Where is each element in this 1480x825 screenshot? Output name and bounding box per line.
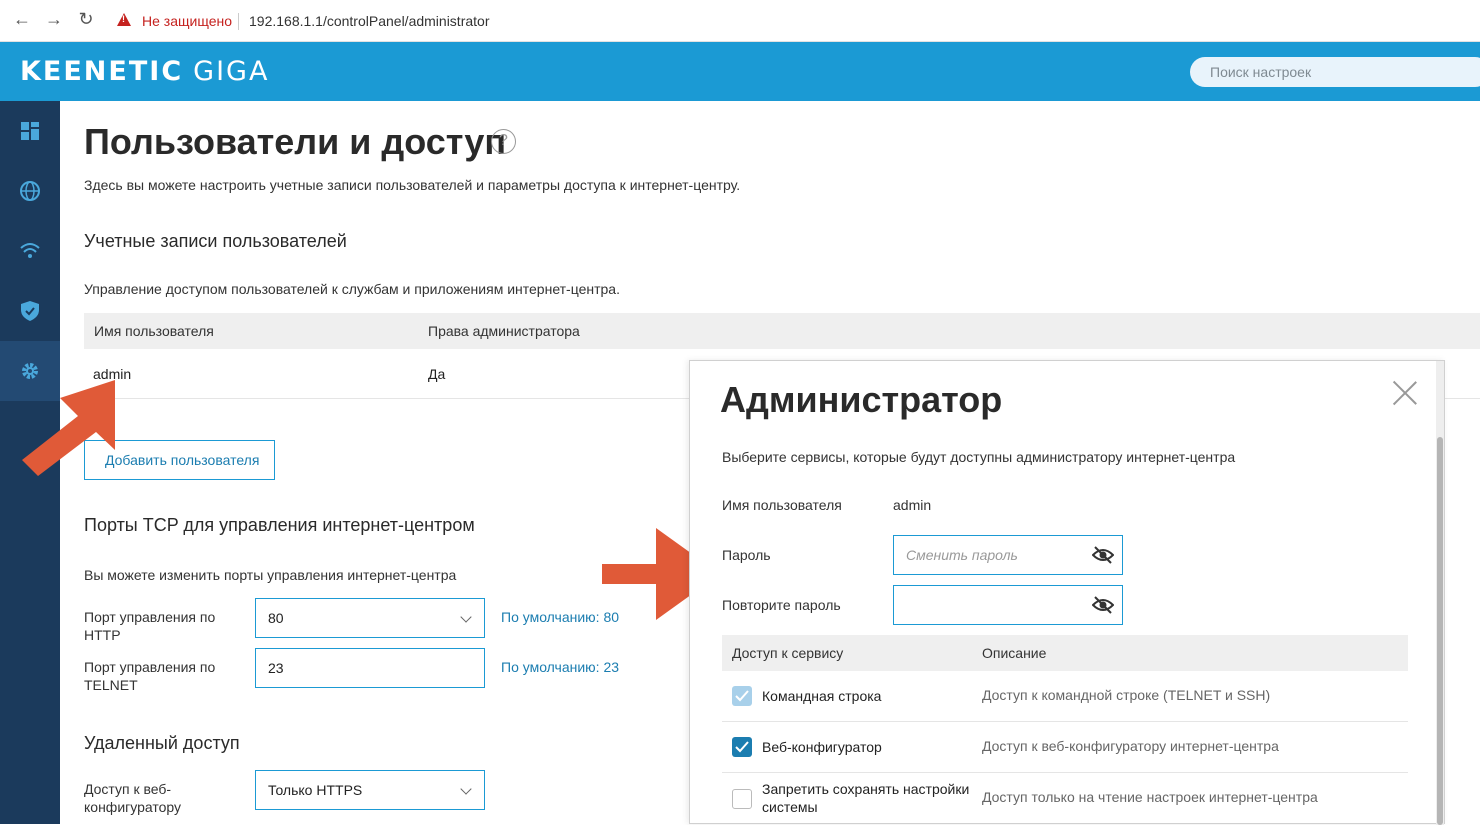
password-input[interactable] — [894, 536, 1084, 574]
insecure-label[interactable]: Не защищено — [142, 13, 232, 29]
service-name: Командная строка — [762, 688, 882, 704]
list-item: Командная строка Доступ к командной стро… — [722, 671, 1408, 722]
chevron-down-icon — [460, 783, 472, 795]
browser-bar: ← → ↻ Не защищено 192.168.1.1/controlPan… — [0, 0, 1480, 42]
telnet-port-label: Порт управления по TELNET — [84, 659, 216, 693]
column-header-admin-rights: Права администратора — [428, 323, 580, 339]
column-header-username: Имя пользователя — [94, 323, 214, 339]
modal-scrollbar[interactable] — [1436, 361, 1444, 825]
users-table-header: Имя пользователя Права администратора — [84, 313, 1480, 349]
modal-title: Администратор — [720, 379, 1003, 420]
services-table-header: Доступ к сервису Описание — [722, 635, 1408, 671]
ports-section-title: Порты TCP для управления интернет-центро… — [84, 515, 475, 535]
eye-off-icon[interactable] — [1092, 595, 1114, 615]
repeat-password-label: Повторите пароль — [722, 597, 841, 613]
app-header: KEENETIC GIGA — [0, 42, 1480, 101]
service-description: Доступ к командной строке (TELNET и SSH) — [982, 687, 1271, 703]
scrollbar-thumb[interactable] — [1437, 437, 1443, 825]
search-input[interactable] — [1190, 57, 1480, 87]
telnet-port-field[interactable]: 23 — [255, 648, 485, 688]
http-port-value: 80 — [268, 610, 284, 626]
globe-icon — [20, 181, 40, 201]
brand-logo[interactable]: KEENETIC GIGA — [20, 56, 269, 87]
cell-admin-rights: Да — [428, 366, 446, 382]
web-configurator-checkbox[interactable] — [732, 737, 752, 757]
web-access-select[interactable]: Только HTTPS — [255, 770, 485, 810]
web-access-label: Доступ к веб-конфигуратору — [84, 781, 182, 815]
reload-icon[interactable]: ↻ — [74, 9, 98, 30]
modal-description: Выберите сервисы, которые будут доступны… — [722, 449, 1236, 465]
users-section-title: Учетные записи пользователей — [84, 231, 347, 251]
wifi-icon — [20, 243, 40, 258]
url-separator — [238, 13, 239, 30]
repeat-password-input[interactable] — [894, 586, 1084, 624]
forward-arrow-icon[interactable]: → — [42, 9, 66, 30]
password-field[interactable] — [893, 535, 1123, 575]
users-section-description: Управление доступом пользователей к служ… — [84, 281, 620, 297]
help-icon[interactable]: ? — [491, 129, 516, 154]
back-arrow-icon[interactable]: ← — [10, 9, 34, 30]
eye-off-icon[interactable] — [1092, 545, 1114, 565]
check-icon — [735, 690, 749, 702]
password-label: Пароль — [722, 547, 771, 563]
modal-username-label: Имя пользователя — [722, 497, 842, 513]
list-item: Запретить сохранять настройки системы До… — [722, 773, 1408, 825]
cli-checkbox[interactable] — [732, 686, 752, 706]
modal-username-value: admin — [893, 497, 932, 513]
sidebar-item-dashboard[interactable] — [0, 101, 60, 161]
check-icon — [735, 741, 749, 753]
shield-icon — [21, 301, 39, 321]
web-access-value: Только HTTPS — [268, 782, 363, 798]
brand-name: KEENETIC — [20, 56, 184, 87]
http-port-label: Порт управления по HTTP — [84, 609, 216, 643]
page-title: Пользователи и доступ — [84, 121, 507, 162]
remote-section-title: Удаленный доступ — [84, 733, 240, 753]
ports-section-description: Вы можете изменить порты управления инте… — [84, 567, 457, 583]
address-bar-url[interactable]: 192.168.1.1/controlPanel/administrator — [249, 13, 489, 29]
chevron-down-icon — [460, 611, 472, 623]
column-header-description: Описание — [982, 645, 1047, 661]
http-port-select[interactable]: 80 — [255, 598, 485, 638]
read-only-checkbox[interactable] — [732, 789, 752, 809]
sidebar-item-wifi[interactable] — [0, 221, 60, 281]
service-description: Доступ к веб-конфигуратору интернет-цент… — [982, 738, 1279, 754]
service-name: Запретить сохранять настройки системы — [762, 781, 970, 815]
telnet-default-link[interactable]: По умолчанию: 23 — [501, 659, 619, 675]
repeat-password-field[interactable] — [893, 585, 1123, 625]
brand-model: GIGA — [193, 56, 270, 87]
dashboard-icon — [21, 122, 39, 140]
telnet-port-value: 23 — [268, 660, 284, 676]
service-description: Доступ только на чтение настроек интерне… — [982, 789, 1318, 805]
sidebar-item-internet[interactable] — [0, 161, 60, 221]
column-header-service: Доступ к сервису — [732, 645, 844, 661]
service-name: Веб-конфигуратор — [762, 739, 882, 755]
warning-icon[interactable] — [117, 13, 131, 26]
page-description: Здесь вы можете настроить учетные записи… — [84, 177, 741, 193]
sidebar-item-security[interactable] — [0, 281, 60, 341]
annotation-arrow-icon — [22, 380, 115, 476]
list-item: Веб-конфигуратор Доступ к веб-конфигурат… — [722, 722, 1408, 773]
administrator-modal: Администратор Выберите сервисы, которые … — [689, 360, 1445, 825]
close-icon[interactable] — [1390, 377, 1420, 407]
